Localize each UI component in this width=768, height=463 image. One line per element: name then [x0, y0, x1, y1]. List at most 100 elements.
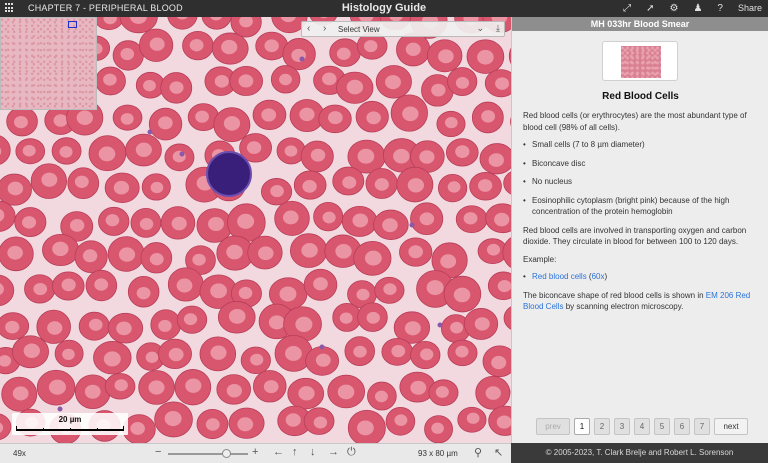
red-blood-cell — [373, 209, 409, 240]
fullscreen-icon[interactable]: ⤢ — [623, 2, 631, 15]
page-button-2[interactable]: 2 — [594, 418, 610, 435]
section-title: Red Blood Cells — [602, 91, 679, 102]
page-button-4[interactable]: 4 — [634, 418, 650, 435]
red-blood-cell — [160, 206, 196, 240]
red-blood-cell — [253, 370, 287, 403]
red-blood-cell — [289, 233, 328, 268]
menu-icon[interactable] — [5, 3, 15, 13]
red-blood-cell — [176, 305, 208, 334]
help-icon[interactable]: ? — [717, 2, 723, 15]
platelet — [409, 222, 415, 228]
red-blood-cell — [0, 312, 30, 340]
red-blood-cell — [167, 267, 204, 302]
share-button[interactable]: Share — [738, 2, 762, 15]
example-link[interactable]: Red blood cells — [532, 272, 587, 281]
minimap-viewport-marker[interactable] — [68, 21, 77, 28]
example-label: Example: — [523, 254, 557, 264]
red-blood-cell — [201, 17, 232, 30]
page-button-3[interactable]: 3 — [614, 418, 630, 435]
red-blood-cell — [0, 173, 32, 206]
intro-paragraph: Red blood cells (or erythrocytes) are th… — [523, 111, 747, 132]
red-blood-cell — [332, 302, 362, 332]
example-list: Red blood cells (60x) — [523, 271, 759, 283]
page-button-7[interactable]: 7 — [694, 418, 710, 435]
chapter-title[interactable]: CHAPTER 7 - PERIPHERAL BLOOD — [28, 3, 183, 13]
chevron-down-icon[interactable]: ⌄ — [476, 23, 484, 34]
slide-thumbnail[interactable] — [602, 41, 678, 81]
arrow-icon[interactable]: ↖ — [494, 446, 503, 459]
example-mag-link[interactable]: 60x — [592, 272, 605, 281]
red-blood-cell — [154, 401, 193, 438]
red-blood-cell — [174, 369, 212, 406]
download-icon[interactable]: ⤓ — [496, 23, 500, 34]
slide-viewer[interactable]: ‹ › Select View ⌄ ⤓ 20 µm — [0, 17, 511, 443]
red-blood-cell — [0, 413, 12, 440]
red-blood-cell — [107, 312, 144, 344]
page-button-1[interactable]: 1 — [574, 418, 590, 435]
red-blood-cell — [300, 140, 334, 173]
page-button-5[interactable]: 5 — [654, 418, 670, 435]
prev-page-button[interactable]: prev — [536, 418, 570, 435]
red-blood-cell — [357, 302, 388, 332]
red-blood-cell — [160, 72, 193, 104]
red-blood-cell — [270, 65, 301, 94]
red-blood-cell — [390, 94, 428, 132]
pan-right-icon[interactable]: → — [328, 446, 339, 458]
previous-view-icon[interactable]: ‹ — [307, 23, 310, 34]
pan-up-icon[interactable]: ↑ — [292, 446, 298, 458]
red-blood-cell — [347, 409, 386, 443]
zoom-in-icon[interactable]: + — [252, 446, 258, 458]
scale-bar-line — [16, 426, 124, 431]
red-blood-cell — [344, 336, 375, 366]
zoom-slider-knob[interactable] — [222, 449, 231, 458]
red-blood-cell — [36, 309, 71, 344]
overview-minimap[interactable] — [0, 17, 97, 110]
red-blood-cell — [447, 339, 478, 367]
red-blood-cell — [30, 163, 68, 199]
reset-icon[interactable]: ⏻ — [347, 446, 356, 459]
next-view-icon[interactable]: › — [323, 23, 326, 34]
next-page-button[interactable]: next — [714, 418, 748, 435]
user-icon[interactable]: ♟ — [693, 2, 702, 15]
example-mag-close: ) — [604, 272, 608, 281]
pin-icon[interactable]: ⚲ — [474, 446, 482, 459]
red-blood-cell — [1, 376, 38, 412]
pan-left-icon[interactable]: ← — [273, 446, 284, 458]
red-blood-cell — [167, 17, 198, 30]
red-blood-cell — [216, 374, 251, 405]
platelet — [147, 129, 153, 135]
red-blood-cell — [469, 172, 502, 201]
red-blood-cell — [67, 167, 100, 200]
list-item: Small cells (7 to 8 µm diameter) — [523, 139, 759, 151]
red-blood-cell — [0, 135, 11, 165]
red-blood-cell — [455, 205, 488, 234]
viewer-bottom-bar: 49x − + ← ↑ ↓ → ⏻ 93 x 80 µm ⚲ ↖ — [0, 443, 511, 463]
select-view-dropdown[interactable]: ‹ › Select View ⌄ ⤓ — [301, 21, 505, 37]
scale-bar-label: 20 µm — [58, 415, 82, 424]
red-blood-cell — [329, 38, 361, 67]
zoom-slider[interactable] — [168, 449, 248, 458]
em-text-after: by scanning electron microscopy. — [563, 302, 684, 311]
red-blood-cell — [228, 407, 265, 439]
zoom-out-icon[interactable]: − — [155, 446, 161, 458]
red-blood-cell — [484, 69, 511, 98]
red-blood-cell — [353, 240, 392, 276]
red-blood-cell — [482, 345, 511, 378]
platelet — [179, 151, 185, 157]
red-blood-cell — [150, 309, 182, 340]
lymphocyte — [206, 151, 252, 197]
red-blood-cell — [274, 200, 310, 236]
list-item: Biconcave disc — [523, 158, 759, 170]
red-blood-cell — [52, 271, 85, 301]
red-blood-cell — [313, 201, 344, 232]
page-button-6[interactable]: 6 — [674, 418, 690, 435]
red-blood-cell — [6, 106, 38, 137]
settings-icon[interactable]: ⚙ — [669, 2, 678, 15]
red-blood-cell — [336, 71, 374, 104]
red-blood-cell — [247, 235, 283, 270]
pan-down-icon[interactable]: ↓ — [310, 446, 316, 458]
red-blood-cell — [381, 337, 414, 366]
red-blood-cell — [51, 137, 82, 165]
pointer-icon[interactable]: ➚ — [646, 2, 654, 15]
red-blood-cell — [78, 311, 110, 341]
